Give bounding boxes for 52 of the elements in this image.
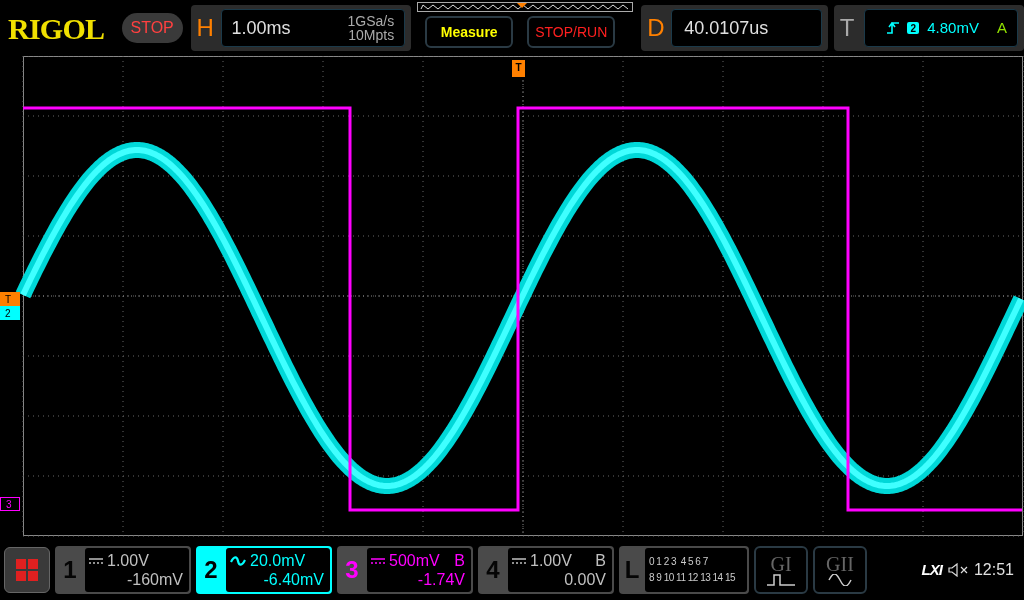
channel-scale: 500mV [389,551,440,570]
channel-panel[interactable]: 4 1.00V B 0.00V [478,546,614,594]
channel-panel[interactable]: 2 20.0mV -6.40mV [196,546,332,594]
level-marker: 3 [0,497,20,511]
channel-offset: -160mV [126,570,183,589]
panel-label: H [196,13,215,43]
memory-depth: 10Mpts [348,28,395,42]
run-state: STOP [121,13,183,43]
measure-button[interactable]: Measure [425,16,514,48]
trigger-mode: A [996,17,1007,38]
trigger-level: 4.80mV [927,17,979,38]
bandwidth-limit: B [454,551,465,570]
channel-panel[interactable]: 1 1.00V -160mV [55,546,191,594]
dc-coupling-icon [371,556,385,565]
delay-value: 40.0107us [684,16,769,40]
level-marker: 2 [0,306,20,320]
pulse-icon [767,574,795,586]
dc-coupling-icon [512,556,526,565]
trigger-source: 2 [907,22,920,34]
ac-coupling-icon [230,555,246,566]
bandwidth-limit: B [595,551,606,570]
clock-time: 12:51 [973,560,1014,580]
sine-icon [828,574,852,586]
channel-number: 3 [344,555,360,585]
generator-button[interactable]: GI [754,546,808,594]
brand-logo: RIGOL [8,10,106,47]
channel-number: 2 [203,555,219,585]
logic-label: L [623,555,641,585]
sample-rate: 1GSa/s [347,14,395,28]
channel-offset: -6.40mV [263,570,324,589]
channel-scale: 1.00V [530,551,572,570]
rising-edge-icon [887,22,900,34]
channel-number: 1 [62,555,78,585]
channel-scale: 20.0mV [250,551,306,570]
panel-label: T [839,13,856,43]
channel-offset: 0.00V [564,570,606,589]
lxi-logo: LXI [921,559,942,580]
channel-offset: -1.74V [417,570,465,589]
channel-panel[interactable]: 3 500mV B -1.74V [337,546,473,594]
menu-button[interactable] [4,547,50,593]
trigger-position-marker: T [512,60,525,77]
logic-channels: 8 9 10 11 12 13 14 15 [649,571,737,585]
generator-button[interactable]: GII [813,546,867,594]
dc-coupling-icon [89,556,103,565]
logic-channels: 0 1 2 3 4 5 6 7 [649,555,709,569]
channel-scale: 1.00V [107,551,149,570]
grid-icon [16,559,38,581]
level-marker: T [0,292,20,306]
stop-run-button[interactable]: STOP/RUN [527,16,616,48]
timebase-value: 1.00ms [231,16,291,40]
panel-label: D [647,13,666,43]
channel-number: 4 [485,555,501,585]
